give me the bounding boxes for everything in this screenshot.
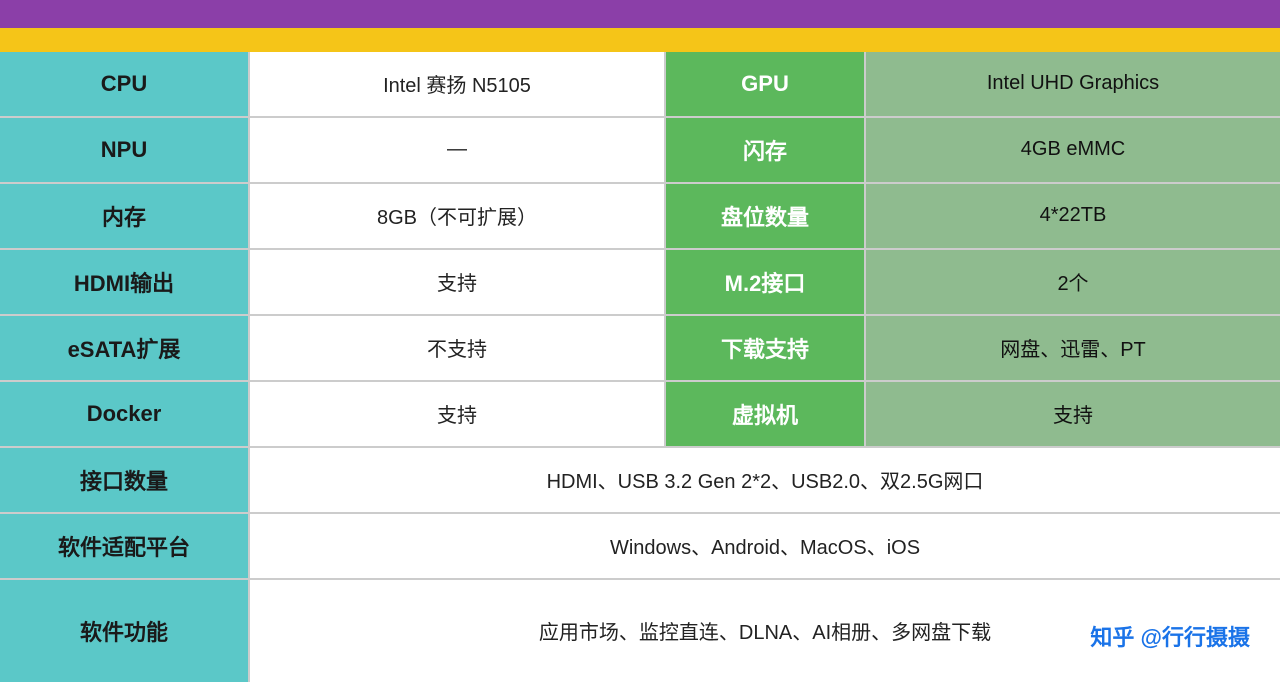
table-row: 软件适配平台 Windows、Android、MacOS、iOS xyxy=(0,514,1280,580)
right-value-0: Intel UHD Graphics xyxy=(866,52,1280,116)
right-value-5: 支持 xyxy=(866,382,1280,446)
full-value-6: HDMI、USB 3.2 Gen 2*2、USB2.0、双2.5G网口 xyxy=(250,448,1280,512)
left-value-5: 支持 xyxy=(250,382,666,446)
table-row: 接口数量 HDMI、USB 3.2 Gen 2*2、USB2.0、双2.5G网口 xyxy=(0,448,1280,514)
title-row xyxy=(0,0,1280,28)
right-label-5: 虚拟机 xyxy=(666,382,866,446)
left-value-2: 8GB（不可扩展） xyxy=(250,184,666,248)
table-row: 内存 8GB（不可扩展） 盘位数量 4*22TB xyxy=(0,184,1280,250)
right-label-4: 下载支持 xyxy=(666,316,866,380)
main-container: CPU Intel 赛扬 N5105 GPU Intel UHD Graphic… xyxy=(0,0,1280,682)
table-row: CPU Intel 赛扬 N5105 GPU Intel UHD Graphic… xyxy=(0,52,1280,118)
price-row xyxy=(0,28,1280,52)
left-value-3: 支持 xyxy=(250,250,666,314)
table-row: HDMI输出 支持 M.2接口 2个 xyxy=(0,250,1280,316)
left-value-4: 不支持 xyxy=(250,316,666,380)
left-value-1: — xyxy=(250,118,666,182)
table-row: eSATA扩展 不支持 下载支持 网盘、迅雷、PT xyxy=(0,316,1280,382)
full-label-6: 接口数量 xyxy=(0,448,250,512)
left-label-0: CPU xyxy=(0,52,250,116)
table-row: NPU — 闪存 4GB eMMC xyxy=(0,118,1280,184)
right-label-3: M.2接口 xyxy=(666,250,866,314)
right-value-4: 网盘、迅雷、PT xyxy=(866,316,1280,380)
left-label-4: eSATA扩展 xyxy=(0,316,250,380)
left-label-2: 内存 xyxy=(0,184,250,248)
spec-table: CPU Intel 赛扬 N5105 GPU Intel UHD Graphic… xyxy=(0,52,1280,682)
right-label-2: 盘位数量 xyxy=(666,184,866,248)
table-row: Docker 支持 虚拟机 支持 xyxy=(0,382,1280,448)
table-row: 软件功能 应用市场、监控直连、DLNA、AI相册、多网盘下载 xyxy=(0,580,1280,682)
right-value-1: 4GB eMMC xyxy=(866,118,1280,182)
right-label-1: 闪存 xyxy=(666,118,866,182)
right-value-3: 2个 xyxy=(866,250,1280,314)
full-value-7: Windows、Android、MacOS、iOS xyxy=(250,514,1280,578)
left-label-5: Docker xyxy=(0,382,250,446)
full-label-8: 软件功能 xyxy=(0,580,250,682)
left-label-3: HDMI输出 xyxy=(0,250,250,314)
right-value-2: 4*22TB xyxy=(866,184,1280,248)
full-value-8: 应用市场、监控直连、DLNA、AI相册、多网盘下载 xyxy=(250,580,1280,682)
full-label-7: 软件适配平台 xyxy=(0,514,250,578)
left-label-1: NPU xyxy=(0,118,250,182)
right-label-0: GPU xyxy=(666,52,866,116)
left-value-0: Intel 赛扬 N5105 xyxy=(250,52,666,116)
